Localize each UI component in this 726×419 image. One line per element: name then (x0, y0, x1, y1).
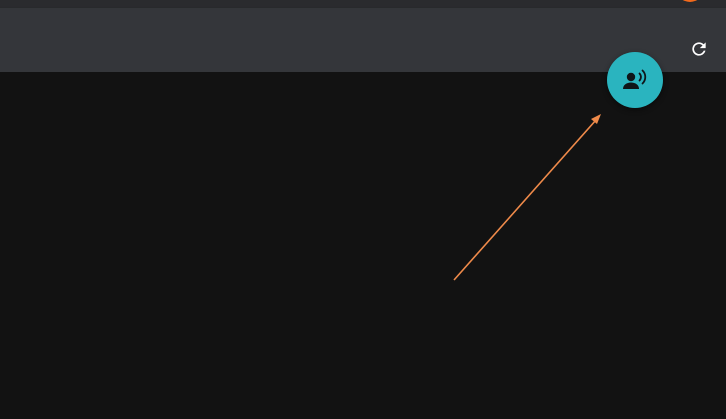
refresh-button[interactable] (686, 36, 712, 62)
main-content-area (0, 72, 726, 419)
voice-speaking-person-icon (623, 69, 647, 89)
notification-indicator[interactable] (676, 0, 704, 2)
app-window (0, 0, 726, 419)
top-app-bar (0, 0, 726, 8)
voice-assistant-button[interactable] (607, 52, 663, 108)
refresh-icon (692, 42, 706, 56)
